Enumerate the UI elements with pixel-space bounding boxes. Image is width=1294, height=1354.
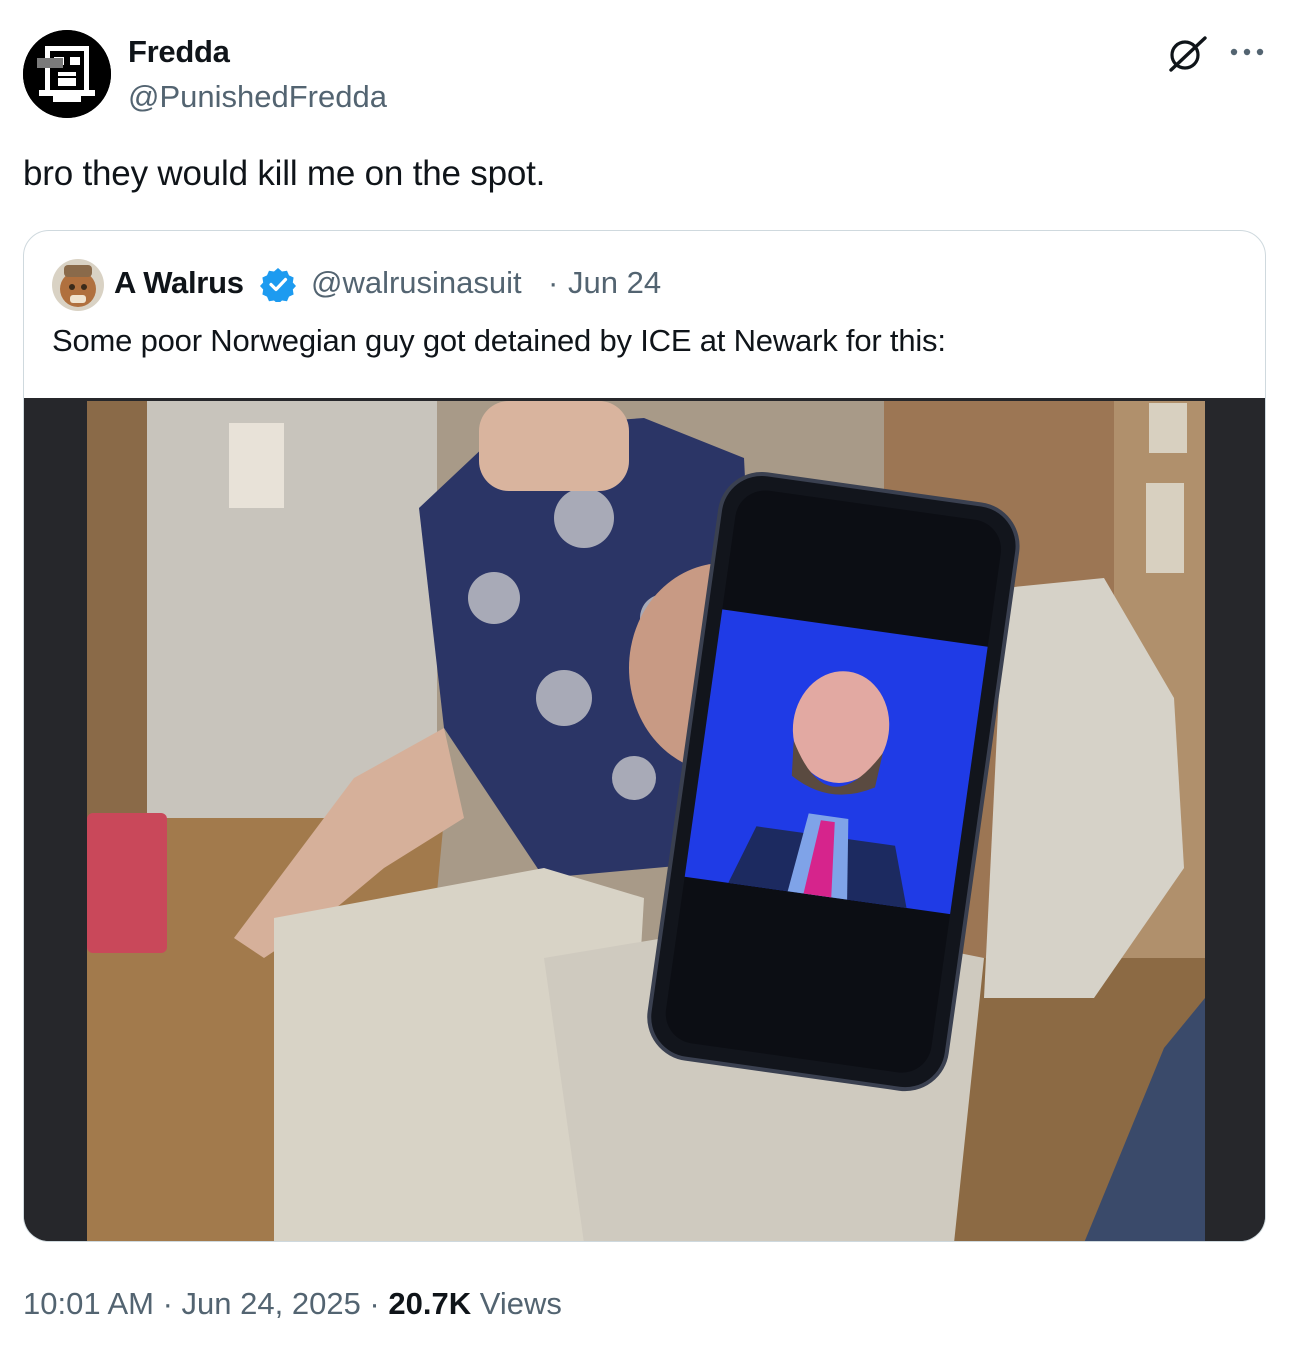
quote-media-photo[interactable]	[24, 398, 1265, 1241]
verified-badge-icon[interactable]	[260, 266, 296, 302]
views-label: Views	[471, 1286, 562, 1321]
quote-author-handle[interactable]: @walrusinasuit	[311, 265, 522, 301]
walrus-avatar-icon	[52, 259, 104, 311]
grok-slash-icon[interactable]	[1165, 34, 1209, 72]
tweet-text: bro they would kill me on the spot.	[23, 154, 546, 193]
meta-separator-1: ·	[153, 1286, 182, 1321]
author-avatar[interactable]	[23, 30, 111, 118]
pixel-face-avatar-icon	[23, 30, 111, 118]
quote-author-name[interactable]: A Walrus	[114, 265, 244, 301]
photo-media	[24, 398, 1265, 1241]
tweet-date[interactable]: Jun 24, 2025	[182, 1286, 361, 1322]
quoted-tweet-card[interactable]: A Walrus @walrusinasuit · Jun 24 Some po…	[23, 230, 1266, 1242]
author-display-name[interactable]: Fredda	[128, 34, 230, 70]
tweet-time[interactable]: 10:01 AM	[23, 1286, 154, 1322]
more-dots-icon[interactable]	[1226, 38, 1268, 66]
author-handle[interactable]: @PunishedFredda	[128, 79, 387, 115]
quote-author-avatar[interactable]	[52, 259, 104, 311]
meta-separator-2: ·	[360, 1286, 389, 1321]
views-count: 20.7K	[388, 1286, 472, 1321]
quote-date[interactable]: Jun 24	[568, 265, 661, 301]
quote-separator: ·	[548, 265, 559, 300]
quote-text: Some poor Norwegian guy got detained by …	[52, 323, 946, 358]
tweet-meta: 10:01 AM · Jun 24, 2025 · 20.7K Views	[23, 1286, 562, 1322]
